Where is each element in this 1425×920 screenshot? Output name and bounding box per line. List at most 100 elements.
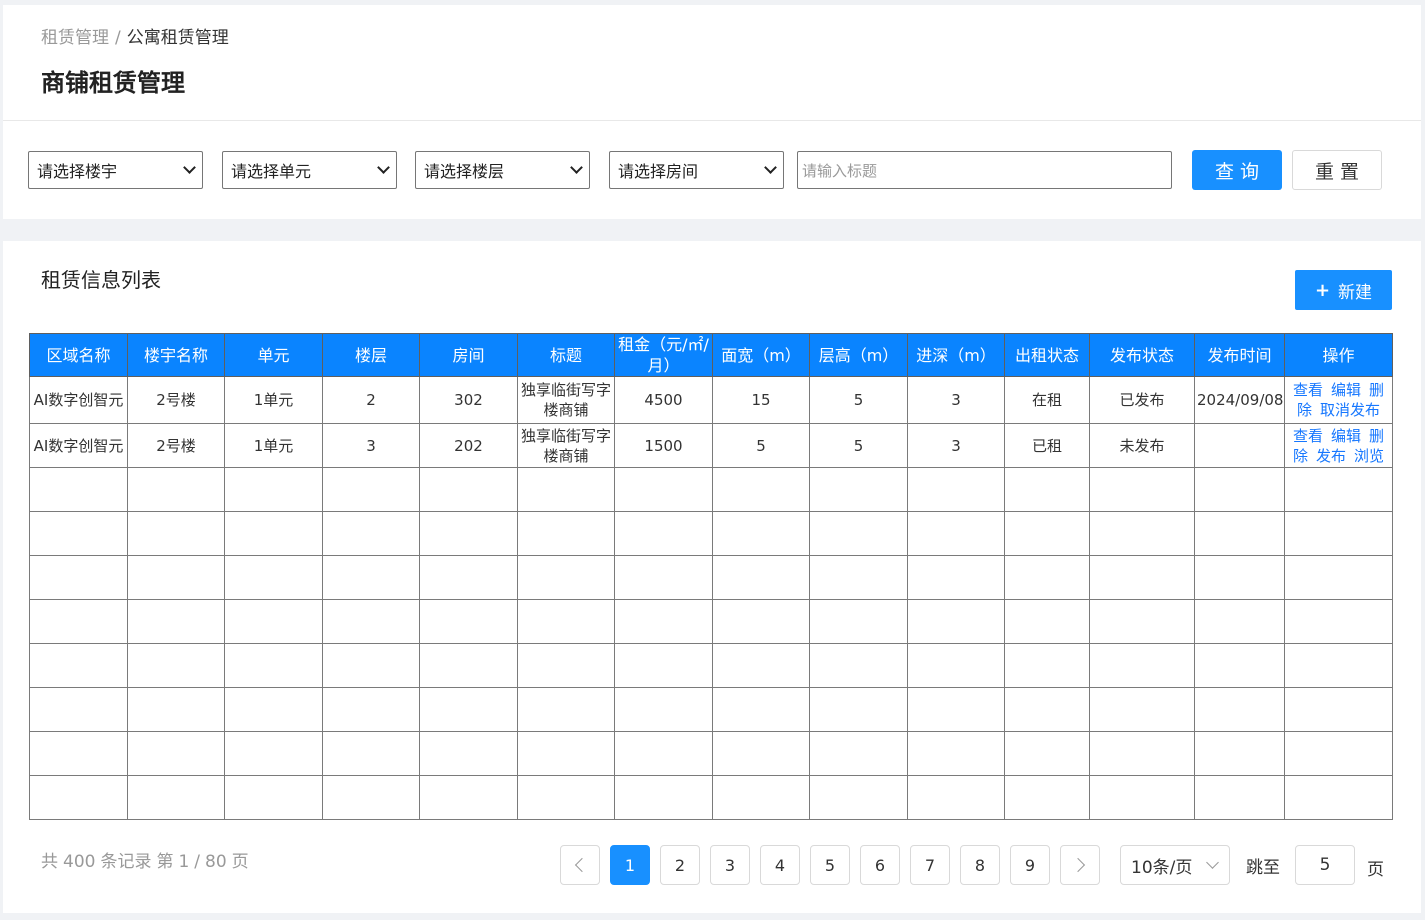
column-header: 发布状态 <box>1089 333 1195 377</box>
page-button-9[interactable]: 9 <box>1010 845 1050 885</box>
cell-width: 5 <box>712 423 810 468</box>
next-page-button[interactable] <box>1060 845 1100 885</box>
page-unit-label: 页 <box>1367 860 1384 880</box>
chevron-down-icon <box>183 161 196 174</box>
prev-page-button[interactable] <box>560 845 600 885</box>
breadcrumb-parent[interactable]: 租赁管理 <box>41 28 109 48</box>
empty-row <box>29 555 1393 600</box>
summary-total-prefix: 共 <box>41 852 58 872</box>
cell-depth: 3 <box>907 423 1005 468</box>
chevron-down-icon <box>377 161 390 174</box>
chevron-left-icon <box>574 857 590 873</box>
page-button-6[interactable]: 6 <box>860 845 900 885</box>
cell-actions: 查看 编辑 删除 取消发布 <box>1284 376 1393 424</box>
plus-icon: + <box>1314 279 1331 301</box>
cell-rent-status: 在租 <box>1004 376 1090 424</box>
column-header: 层高（m） <box>809 333 908 377</box>
cell-room: 202 <box>419 423 518 468</box>
page-title: 商铺租赁管理 <box>41 69 185 97</box>
column-header: 面宽（m） <box>712 333 810 377</box>
empty-row <box>29 599 1393 644</box>
reset-button[interactable]: 重置 <box>1292 150 1382 190</box>
pagination-summary: 共 400 条记录第 1/80 页 <box>41 847 254 872</box>
cell-depth: 3 <box>907 376 1005 424</box>
list-panel: 租赁信息列表 + 新建 区域名称 楼宇名称 单元 楼层 房间 标题 租金（元/㎡… <box>3 241 1421 913</box>
page-button-4[interactable]: 4 <box>760 845 800 885</box>
cell-publish-time <box>1194 423 1285 468</box>
cell-building: 2号楼 <box>127 423 225 468</box>
empty-row <box>29 731 1393 776</box>
empty-row <box>29 775 1393 820</box>
page-button-8[interactable]: 8 <box>960 845 1000 885</box>
cell-rent: 4500 <box>614 376 713 424</box>
page-button-3[interactable]: 3 <box>710 845 750 885</box>
view-link[interactable]: 查看 <box>1293 381 1323 399</box>
edit-link[interactable]: 编辑 <box>1331 427 1361 445</box>
summary-page-prefix: 第 <box>156 852 174 872</box>
browse-link[interactable]: 浏览 <box>1354 447 1384 465</box>
cell-building: 2号楼 <box>127 376 225 424</box>
building-select-value: 请选择楼宇 <box>37 162 118 181</box>
publish-link[interactable]: 发布 <box>1316 447 1346 465</box>
edit-link[interactable]: 编辑 <box>1331 381 1361 399</box>
summary-page-total: 80 <box>205 852 227 872</box>
breadcrumb-current: 公寓租赁管理 <box>126 28 229 48</box>
empty-row <box>29 511 1393 556</box>
breadcrumb: 租赁管理 / 公寓租赁管理 <box>41 27 229 49</box>
page-size-select[interactable]: 10条/页 <box>1120 845 1230 885</box>
cell-area: AI数字创智元 <box>29 376 128 424</box>
cell-height: 5 <box>809 376 908 424</box>
cell-title: 独享临街写字楼商铺 <box>517 376 615 424</box>
unit-select[interactable]: 请选择单元 <box>222 151 397 189</box>
building-select[interactable]: 请选择楼宇 <box>28 151 203 189</box>
room-select[interactable]: 请选择房间 <box>609 151 784 189</box>
empty-row <box>29 687 1393 732</box>
cell-room: 302 <box>419 376 518 424</box>
column-header: 标题 <box>517 333 615 377</box>
jump-label: 跳至 <box>1246 858 1280 878</box>
jump-page-input[interactable]: 5 <box>1295 845 1355 885</box>
cell-publish-time: 2024/09/08 <box>1194 376 1285 424</box>
column-header: 发布时间 <box>1194 333 1285 377</box>
page-size-value: 10条/页 <box>1131 857 1193 878</box>
column-header: 区域名称 <box>29 333 128 377</box>
page-button-7[interactable]: 7 <box>910 845 950 885</box>
column-header: 房间 <box>419 333 518 377</box>
summary-total-count: 400 <box>63 852 96 872</box>
filter-panel: 租赁管理 / 公寓租赁管理 商铺租赁管理 请选择楼宇 请选择单元 请选择楼层 请选择… <box>3 5 1421 219</box>
cell-publish-status: 已发布 <box>1089 376 1195 424</box>
chevron-down-icon <box>1206 856 1219 869</box>
page-button-1[interactable]: 1 <box>610 845 650 885</box>
query-button[interactable]: 查询 <box>1192 150 1282 190</box>
cell-unit: 1单元 <box>224 423 323 468</box>
unit-select-value: 请选择单元 <box>231 162 312 181</box>
cell-rent: 1500 <box>614 423 713 468</box>
cell-publish-status: 未发布 <box>1089 423 1195 468</box>
floor-select[interactable]: 请选择楼层 <box>415 151 590 189</box>
new-button-label: 新建 <box>1338 282 1373 303</box>
view-link[interactable]: 查看 <box>1293 427 1323 445</box>
page-button-5[interactable]: 5 <box>810 845 850 885</box>
cell-title: 独享临街写字楼商铺 <box>517 423 615 468</box>
column-header: 单元 <box>224 333 323 377</box>
cell-floor: 2 <box>322 376 420 424</box>
divider <box>3 120 1421 121</box>
room-select-value: 请选择房间 <box>618 162 699 181</box>
column-header: 楼宇名称 <box>127 333 225 377</box>
chevron-right-icon <box>1070 857 1086 873</box>
summary-page-current: 1 <box>178 852 190 872</box>
empty-row <box>29 643 1393 688</box>
summary-total-suffix: 条记录 <box>100 852 152 872</box>
column-header: 进深（m） <box>907 333 1005 377</box>
title-search-input[interactable]: 请输入标题 <box>797 151 1172 189</box>
chevron-down-icon <box>570 161 583 174</box>
page-button-2[interactable]: 2 <box>660 845 700 885</box>
column-header: 楼层 <box>322 333 420 377</box>
cell-area: AI数字创智元 <box>29 423 128 468</box>
new-button[interactable]: + 新建 <box>1295 270 1392 310</box>
unpublish-link[interactable]: 取消发布 <box>1320 401 1380 419</box>
floor-select-value: 请选择楼层 <box>424 162 505 181</box>
cell-unit: 1单元 <box>224 376 323 424</box>
column-header: 操作 <box>1284 333 1393 377</box>
chevron-down-icon <box>764 161 777 174</box>
